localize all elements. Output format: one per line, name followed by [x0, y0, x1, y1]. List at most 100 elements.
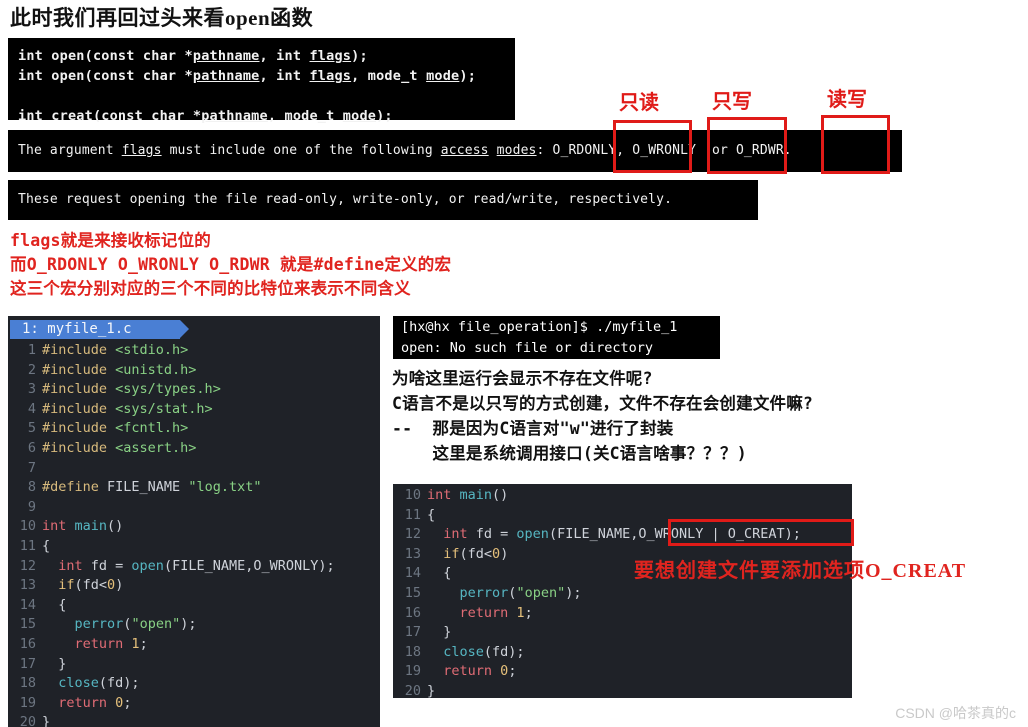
line-number: 13	[404, 545, 421, 562]
watermark: CSDN @哈茶真的c	[895, 705, 1016, 721]
code-text: return 1;	[459, 604, 533, 621]
code-line: 17 }	[393, 623, 852, 643]
code-text: }	[42, 714, 51, 727]
line-number: 19	[19, 694, 36, 711]
code-line: 16 return 1;	[393, 604, 852, 624]
highlight-box-o-rdonly	[613, 120, 692, 173]
line-number: 18	[404, 643, 421, 660]
code-line: 15 perror("open");	[393, 584, 852, 604]
code-text: }	[427, 682, 436, 698]
man-signature-line	[18, 86, 515, 106]
line-number: 8	[27, 479, 36, 496]
line-number: 16	[404, 604, 421, 621]
code-text: perror("open");	[459, 584, 582, 601]
red-explanation-note: flags就是来接收标记位的 而O_RDONLY O_WRONLY O_RDWR…	[10, 231, 452, 298]
highlight-box-o-creat	[668, 519, 854, 546]
code-line: 18 close(fd);	[393, 643, 852, 663]
line-number: 10	[404, 487, 421, 503]
code-line: 18 close(fd);	[8, 674, 380, 694]
man-page-signatures-block: int open(const char *pathname, int flags…	[8, 38, 515, 124]
code-line: 15 perror("open");	[8, 615, 380, 635]
code-editor-left-body[interactable]: 1 #include <stdio.h> 2 #include <unistd.h> 3…	[8, 339, 380, 727]
code-text: #include <sys/types.h>	[42, 381, 221, 398]
annotation-label-read-write: 读写	[827, 89, 867, 111]
code-line: 8 #define FILE_NAME "log.txt"	[8, 478, 380, 498]
code-text: #include <fcntl.h>	[42, 420, 189, 437]
code-editor-right-body[interactable]: 10 int main() 11{12 int fd = open(FILE_NAM…	[393, 486, 852, 698]
code-editor-right[interactable]: 10 int main() 11{12 int fd = open(FILE_NAM…	[393, 484, 852, 698]
file-tab-myfile-1-c[interactable]: 1: myfile_1.c	[10, 320, 189, 339]
line-number: 4	[27, 400, 36, 417]
annotation-label-read-only: 只读	[619, 92, 659, 114]
highlight-box-o-wronly	[707, 117, 787, 174]
code-line: 3 #include <sys/types.h>	[8, 380, 380, 400]
line-number: 20	[19, 714, 36, 727]
line-number: 12	[404, 526, 421, 543]
code-line: 1 #include <stdio.h>	[8, 341, 380, 361]
code-text: close(fd);	[443, 643, 525, 660]
terminal-output: [hx@hx file_operation]$ ./myfile_1 open: …	[393, 316, 720, 359]
man-signature-line: int creat(const char *pathname, mode_t m…	[18, 108, 393, 124]
line-number: 13	[19, 577, 36, 594]
line-number: 19	[404, 663, 421, 680]
code-editor-left: 1: myfile_1.c 1 #include <stdio.h> 2 #inclu…	[8, 316, 380, 727]
code-line: 5 #include <fcntl.h>	[8, 419, 380, 439]
line-number: 10	[19, 518, 36, 535]
code-text: perror("open");	[74, 616, 197, 633]
code-line: 17 }	[8, 655, 380, 675]
code-text: if(fd<0)	[58, 577, 124, 594]
code-line: 19 return 0;	[393, 662, 852, 682]
line-number: 6	[27, 439, 36, 456]
line-number: 9	[27, 498, 36, 515]
code-text: #define FILE_NAME "log.txt"	[42, 479, 262, 496]
line-number: 15	[404, 584, 421, 601]
code-text: int main()	[42, 518, 124, 535]
code-line: 20}	[393, 682, 852, 698]
code-line: 19 return 0;	[8, 694, 380, 714]
man-signature-line: int open(const char *pathname, int flags…	[18, 48, 368, 64]
code-text: return 1;	[74, 635, 148, 652]
code-text: {	[427, 565, 452, 582]
line-number: 2	[27, 361, 36, 378]
terminal-error-line: open: No such file or directory	[401, 340, 653, 356]
line-number: 1	[27, 342, 36, 358]
code-text: if(fd<0)	[443, 545, 509, 562]
code-line: 11 {	[8, 537, 380, 557]
code-text: return 0;	[58, 694, 132, 711]
code-text: int main()	[427, 487, 509, 503]
man-signature-line: int open(const char *pathname, int flags…	[18, 68, 477, 84]
code-text: {	[42, 537, 51, 554]
line-number: 17	[404, 624, 421, 641]
line-number: 17	[19, 655, 36, 672]
code-line: 20}	[8, 713, 380, 727]
code-text: {	[427, 506, 436, 523]
line-number: 14	[404, 565, 421, 582]
line-number: 14	[19, 596, 36, 613]
code-text: #include <unistd.h>	[42, 361, 197, 378]
code-line: 16 return 1;	[8, 635, 380, 655]
line-number: 15	[19, 616, 36, 633]
man-page-request-block: These request opening the file read-only…	[8, 180, 758, 220]
code-text: #include <stdio.h>	[42, 342, 189, 358]
code-text: }	[42, 655, 67, 672]
code-line: 2 #include <unistd.h>	[8, 361, 380, 381]
line-number: 16	[19, 635, 36, 652]
line-number: 12	[19, 557, 36, 574]
annotation-add-o-creat: 要想创建文件要添加选项O_CREAT	[634, 560, 967, 582]
line-number: 11	[19, 537, 36, 554]
line-number: 3	[27, 381, 36, 398]
line-number: 11	[404, 506, 421, 523]
line-number: 5	[27, 420, 36, 437]
code-text: #include <sys/stat.h>	[42, 400, 213, 417]
highlight-box-o-rdwr	[821, 115, 890, 174]
line-number: 18	[19, 675, 36, 692]
code-text: int fd = open(FILE_NAME,O_WRONLY);	[58, 557, 335, 574]
code-text: {	[42, 596, 67, 613]
annotation-label-write-only: 只写	[712, 91, 752, 113]
code-text: return 0;	[443, 663, 517, 680]
code-line: 14 {	[8, 596, 380, 616]
code-line: 9	[8, 498, 380, 518]
code-line: 10 int main()	[8, 517, 380, 537]
line-number: 7	[27, 459, 36, 476]
